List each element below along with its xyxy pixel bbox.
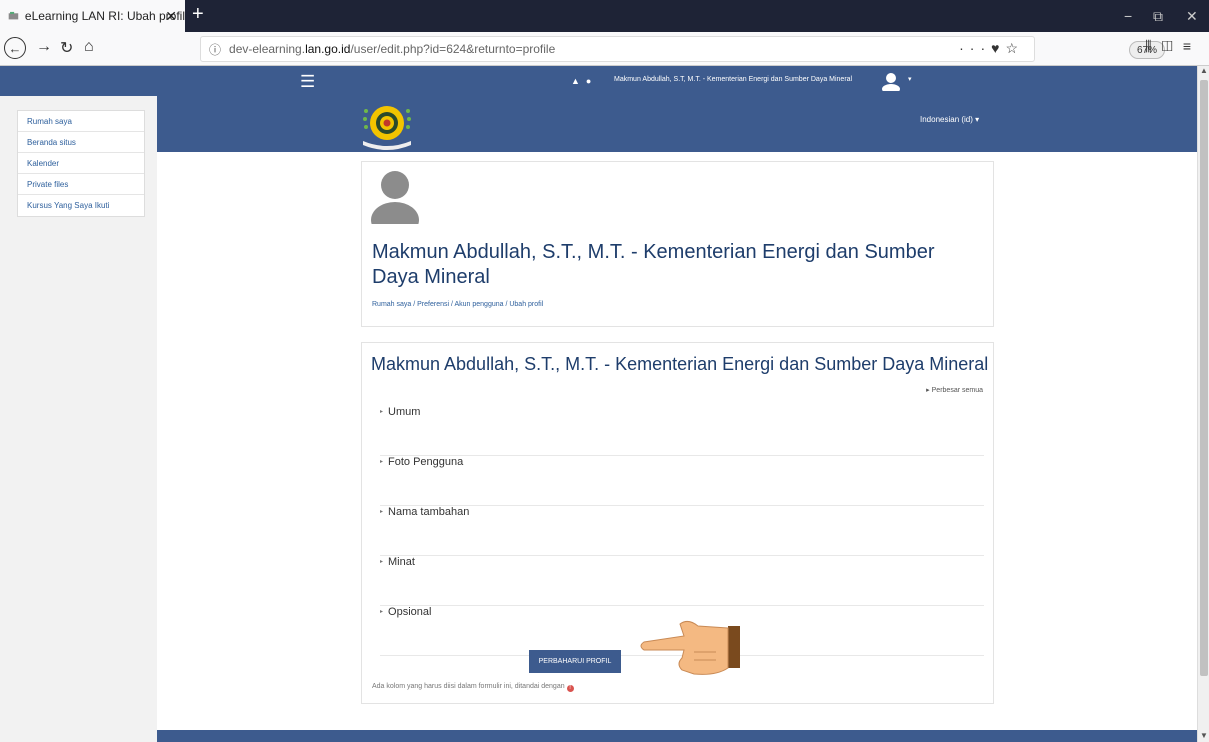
- required-note-text: Ada kolom yang harus diisi dalam formuli…: [372, 683, 565, 690]
- notification-bell-icon[interactable]: ▲: [571, 76, 586, 86]
- scroll-up-icon[interactable]: ▲: [1200, 66, 1208, 75]
- reload-icon[interactable]: ↻: [60, 38, 73, 58]
- section-label: Foto Pengguna: [388, 456, 464, 468]
- caret-right-icon: ▸: [380, 409, 384, 415]
- pointing-hand-icon: [640, 620, 740, 675]
- url-path: /user/edit.php?id=624&returnto=profile: [350, 42, 556, 56]
- user-avatar-icon[interactable]: [881, 71, 901, 91]
- section-label: Nama tambahan: [388, 506, 470, 518]
- section-label: Opsional: [388, 606, 432, 618]
- section-umum[interactable]: ▸ Umum: [380, 406, 984, 456]
- expand-all-link[interactable]: ▸ Perbesar semua: [926, 386, 983, 394]
- nav-item-beranda-situs[interactable]: Beranda situs: [18, 132, 144, 153]
- site-navbar: ☰ ▲● Makmun Abdullah, S.T, M.T. - Kement…: [0, 66, 1197, 96]
- caret-right-icon: ▸: [380, 459, 384, 465]
- nav-item-kalender[interactable]: Kalender: [18, 153, 144, 174]
- language-selector[interactable]: Indonesian (id) ▾: [920, 115, 979, 124]
- profile-avatar[interactable]: [370, 170, 420, 224]
- caret-right-icon: ▸: [380, 559, 384, 565]
- user-menu-name[interactable]: Makmun Abdullah, S.T, M.T. - Kementerian…: [614, 76, 852, 83]
- required-fields-note: Ada kolom yang harus diisi dalam formuli…: [372, 683, 574, 692]
- tab-close-icon[interactable]: ✕: [165, 8, 177, 25]
- nav-item-rumah-saya[interactable]: Rumah saya: [18, 111, 144, 132]
- pocket-icon[interactable]: ♥: [991, 40, 1005, 56]
- library-icon[interactable]: ⫼: [1145, 38, 1161, 54]
- new-tab-button[interactable]: +: [192, 4, 204, 24]
- url-host: lan.go.id: [305, 42, 351, 56]
- messages-icon[interactable]: ●: [586, 76, 597, 86]
- toolbar-right: ⫼◫≡: [1145, 38, 1201, 55]
- caret-right-icon: ▸: [380, 509, 384, 515]
- page-actions: ···♥☆: [959, 40, 1024, 57]
- page-scrollbar[interactable]: ▲ ▼: [1197, 66, 1209, 742]
- browser-nav-bar: ← → ↻ ⌂ ⓘ dev-elearning. lan.go.id/user/e…: [0, 32, 1209, 66]
- bookmark-star-icon[interactable]: ☆: [1005, 40, 1024, 56]
- address-bar[interactable]: ⓘ dev-elearning. lan.go.id/user/edit.php?…: [200, 36, 1165, 62]
- breadcrumb[interactable]: Rumah saya / Preferensi / Akun pengguna …: [372, 301, 543, 308]
- expand-all-label: Perbesar semua: [931, 387, 983, 394]
- nav-item-private-files[interactable]: Private files: [18, 174, 144, 195]
- site-info-icon[interactable]: ⓘ: [209, 41, 221, 58]
- sidebar-icon[interactable]: ◫: [1162, 38, 1183, 54]
- section-foto-pengguna[interactable]: ▸ Foto Pengguna: [380, 456, 984, 506]
- restore-icon[interactable]: ⧉: [1153, 8, 1163, 25]
- nav-item-kursus[interactable]: Kursus Yang Saya Ikuti: [18, 195, 144, 216]
- footer: [157, 730, 1197, 742]
- form-heading: Makmun Abdullah, S.T., M.T. - Kementeria…: [371, 354, 989, 374]
- forward-arrow-icon[interactable]: →: [36, 38, 52, 56]
- update-profile-button[interactable]: PERBAHARUI PROFIL: [529, 650, 621, 673]
- scroll-down-icon[interactable]: ▼: [1200, 731, 1208, 740]
- section-nama-tambahan[interactable]: ▸ Nama tambahan: [380, 506, 984, 556]
- scroll-thumb[interactable]: [1200, 80, 1208, 676]
- caret-right-icon: ▸: [380, 609, 384, 615]
- back-arrow-icon[interactable]: ←: [4, 37, 26, 59]
- page-header-card: Makmun Abdullah, S.T., M.T. - Kementeria…: [361, 161, 994, 327]
- window-close-icon[interactable]: ✕: [1186, 8, 1198, 25]
- menu-icon[interactable]: ≡: [1183, 38, 1201, 54]
- site-banner: Indonesian (id) ▾: [157, 96, 1197, 152]
- chevron-down-icon[interactable]: ▾: [908, 75, 912, 83]
- home-icon[interactable]: ⌂: [84, 38, 94, 56]
- more-actions-icon[interactable]: ···: [959, 40, 991, 56]
- page-title: Makmun Abdullah, S.T., M.T. - Kementeria…: [372, 241, 935, 288]
- section-label: Minat: [388, 556, 415, 568]
- lan-logo-icon[interactable]: [357, 99, 417, 151]
- tab-title: eLearning LAN RI: Ubah profil: [24, 9, 185, 23]
- section-minat[interactable]: ▸ Minat: [380, 556, 984, 606]
- minimize-icon[interactable]: −: [1124, 8, 1132, 24]
- browser-tab-bar: eLearning LAN RI: Ubah profil ✕ + − ⧉ ✕: [0, 0, 1209, 32]
- url-prefix: dev-elearning.: [229, 42, 306, 56]
- section-label: Umum: [388, 406, 421, 418]
- required-icon: !: [566, 685, 574, 692]
- browser-tab[interactable]: eLearning LAN RI: Ubah profil ✕: [0, 0, 185, 32]
- navigation-block: Rumah saya Beranda situs Kalender Privat…: [17, 110, 145, 217]
- site-favicon-icon: [8, 11, 19, 20]
- hamburger-menu-icon[interactable]: ☰: [300, 72, 315, 92]
- topbar-icons: ▲●: [571, 76, 597, 86]
